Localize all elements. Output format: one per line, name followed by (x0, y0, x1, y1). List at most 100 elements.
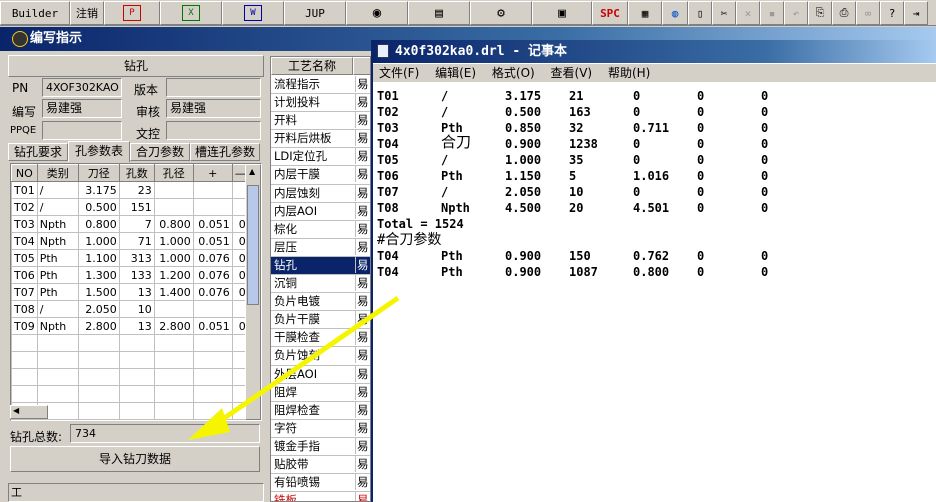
version-field[interactable] (166, 78, 261, 97)
tab-slot-hole-parameters[interactable]: 槽连孔参数 (190, 143, 260, 161)
ppqe-field[interactable] (42, 121, 122, 140)
table-cell[interactable]: T07 (11, 283, 38, 301)
table-cell[interactable]: 0.051 (192, 215, 233, 233)
browser-button[interactable]: ◍ (662, 1, 688, 25)
menu-edit[interactable]: 编辑(E) (435, 66, 476, 80)
table-cell[interactable]: T08 (11, 300, 38, 318)
exit-button[interactable]: ⇥ (904, 1, 928, 25)
process-list-item[interactable]: 层压 易 (271, 238, 370, 257)
process-list-item[interactable]: 流程指示 易 (271, 76, 370, 95)
menu-view[interactable]: 查看(V) (551, 66, 593, 80)
new-file-button[interactable]: ▯ (688, 1, 712, 25)
table-cell[interactable]: 1.000 (153, 249, 194, 267)
menu-help[interactable]: 帮助(H) (608, 66, 650, 80)
scrollbar-thumb[interactable] (247, 185, 259, 305)
table-cell[interactable]: 2.050 (77, 300, 120, 318)
process-list-item[interactable]: 内层AOI 易 (271, 202, 370, 221)
table-cell[interactable]: Pth (36, 266, 79, 284)
grid-horizontal-scrollbar[interactable]: ◀ (10, 405, 48, 419)
find-button[interactable]: ∞ (856, 1, 880, 25)
menu-format[interactable]: 格式(O) (492, 66, 535, 80)
undo-button[interactable]: ↶ (784, 1, 808, 25)
close-button[interactable]: ✕ (736, 1, 760, 25)
table-cell[interactable]: 7 (118, 215, 155, 233)
process-list-item[interactable]: 内层干膜 易 (271, 166, 370, 185)
table-cell[interactable]: Pth (36, 249, 79, 267)
table-cell[interactable]: 0.800 (153, 215, 194, 233)
column-header[interactable]: 刀径 (77, 164, 120, 182)
tab-combined-tool-parameters[interactable]: 合刀参数 (130, 143, 190, 161)
table-cell[interactable]: T09 (11, 317, 38, 335)
table-cell[interactable] (192, 198, 233, 216)
column-header[interactable]: 孔径 (153, 164, 194, 182)
table-cell[interactable]: 0.500 (77, 198, 120, 216)
table-cell[interactable]: 3.175 (77, 181, 120, 199)
table-cell[interactable]: 13 (118, 317, 155, 335)
docctrl-field[interactable] (166, 121, 261, 140)
table-cell[interactable] (153, 198, 194, 216)
database-button[interactable]: ▤ (408, 1, 470, 25)
table-cell[interactable]: 13 (118, 283, 155, 301)
view-button[interactable]: ◉ (346, 1, 408, 25)
table-cell[interactable]: 1.000 (153, 232, 194, 250)
spc-button[interactable]: SPC (592, 1, 628, 25)
table-row[interactable]: T02/0.500 151 (11, 198, 249, 216)
tools-button[interactable]: ⚙ (470, 1, 532, 25)
tab-drill-requirements[interactable]: 钻孔要求 (8, 143, 68, 161)
table-cell[interactable]: T04 (11, 232, 38, 250)
table-row[interactable]: T05 Pth 1.100 313 1.000 0.076 0 (11, 249, 249, 267)
builder-button[interactable]: Builder (0, 1, 70, 25)
table-cell[interactable]: / (36, 181, 79, 199)
print-button[interactable]: ⎙ (832, 1, 856, 25)
table-cell[interactable]: 0.051 (192, 232, 233, 250)
pn-field[interactable]: 4XOF302KAO (42, 78, 122, 97)
menu-file[interactable]: 文件(F) (379, 66, 419, 80)
process-list-item[interactable]: 计划投料 易 (271, 94, 370, 113)
table-cell[interactable]: 313 (118, 249, 155, 267)
process-list-item[interactable]: LDI定位孔 易 (271, 148, 370, 167)
table-row[interactable]: T04 Npth 1.000 71 1.000 0.051 0 (11, 232, 249, 250)
table-cell[interactable]: T05 (11, 249, 38, 267)
table-cell[interactable]: Npth (36, 317, 79, 335)
process-list-item[interactable]: 棕化 易 (271, 220, 370, 239)
table-row[interactable]: T06 Pth 1.300 133 1.200 0.076 0 (11, 266, 249, 284)
excel-button[interactable]: X (160, 1, 222, 25)
table-cell[interactable]: 1.000 (77, 232, 120, 250)
process-list-item[interactable]: 钻孔 易 (271, 256, 370, 276)
table-row[interactable]: T01/3.175 23 (11, 181, 249, 199)
table-cell[interactable]: 0.076 (192, 266, 233, 284)
process-list-item[interactable]: 铣板 易 (271, 492, 370, 501)
help-button[interactable]: ? (880, 1, 904, 25)
table-row[interactable]: T03 Npth 0.800 7 0.800 0.051 0 (11, 215, 249, 233)
table-cell[interactable]: Npth (36, 232, 79, 250)
table-cell[interactable] (192, 181, 233, 199)
logout-button[interactable]: 注销 (70, 1, 104, 25)
table-cell[interactable]: 0.800 (77, 215, 120, 233)
table-cell[interactable]: 23 (118, 181, 155, 199)
writer-field[interactable]: 易建强 (42, 99, 122, 118)
reviewer-field[interactable]: 易建强 (166, 99, 261, 118)
table-cell[interactable]: 10 (118, 300, 155, 318)
column-header[interactable]: + (192, 164, 233, 182)
table-cell[interactable]: Npth (36, 215, 79, 233)
table-cell[interactable]: / (36, 300, 79, 318)
process-list-item[interactable]: 贴胶带 易 (271, 455, 370, 475)
column-header[interactable]: NO (11, 164, 38, 182)
table-cell[interactable]: 133 (118, 266, 155, 284)
process-list-item[interactable]: 内层蚀刻 易 (271, 184, 370, 203)
table-cell[interactable]: / (36, 198, 79, 216)
table-cell[interactable]: 151 (118, 198, 155, 216)
table-cell[interactable]: T06 (11, 266, 38, 284)
preview-button[interactable]: ⎘ (808, 1, 832, 25)
table-cell[interactable]: 1.500 (77, 283, 120, 301)
computer-button[interactable]: ▣ (532, 1, 592, 25)
process-list-item[interactable]: 有铅喷锡 易 (271, 474, 370, 493)
calendar-button[interactable]: ▦ (628, 1, 662, 25)
powerpoint-button[interactable]: P (104, 1, 160, 25)
table-cell[interactable]: T02 (11, 198, 38, 216)
table-cell[interactable]: T01 (11, 181, 38, 199)
cut-button[interactable]: ✂ (712, 1, 736, 25)
table-cell[interactable]: Pth (36, 283, 79, 301)
table-cell[interactable]: 2.800 (77, 317, 120, 335)
save-button[interactable]: ▪ (760, 1, 784, 25)
